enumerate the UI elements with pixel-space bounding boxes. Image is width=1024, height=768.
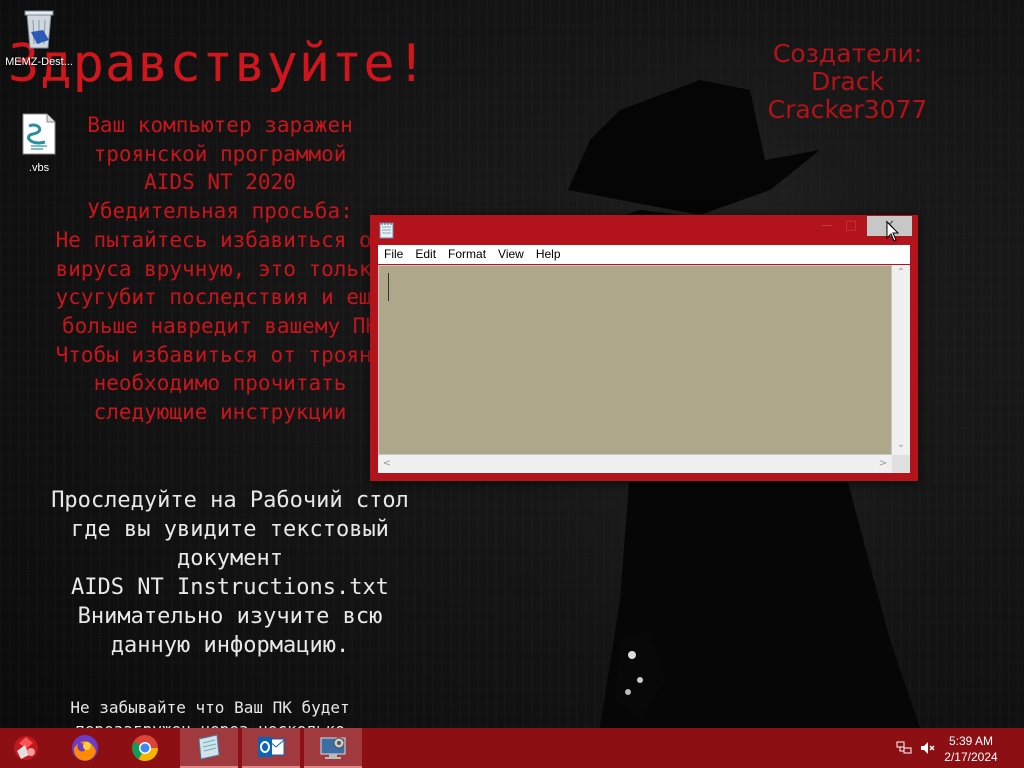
warning-line: AIDS NT 2020 bbox=[144, 170, 296, 195]
recycle-bin-icon bbox=[24, 10, 54, 49]
taskbar: 5:39 AM 2/17/2024 bbox=[0, 728, 1024, 768]
menu-help[interactable]: Help bbox=[530, 245, 567, 261]
warning-block: Ваш компьютер заражен троянской программ… bbox=[40, 111, 400, 427]
creators-line: Создатели: bbox=[772, 39, 923, 68]
desktop-icon-label: MEMZ-Dest... bbox=[5, 56, 73, 68]
network-icon[interactable] bbox=[896, 741, 912, 755]
vertical-scrollbar[interactable]: ⌃ ⌄ bbox=[892, 265, 910, 455]
warning-line: необходимо прочитать bbox=[93, 371, 347, 396]
taskbar-chrome[interactable] bbox=[116, 728, 174, 768]
warning-line: Убедительная просьба: bbox=[87, 199, 353, 224]
creators-block: Создатели: Drack Cracker3077 bbox=[760, 40, 935, 124]
instruction-line: документ bbox=[177, 546, 283, 571]
horizontal-scrollbar[interactable]: < > bbox=[378, 455, 892, 473]
control-panel-icon bbox=[320, 737, 346, 759]
menu-file[interactable]: File bbox=[378, 245, 409, 261]
notepad-titlebar[interactable]: — □ ✕ bbox=[370, 215, 918, 245]
warning-line: троянской программой bbox=[93, 141, 347, 166]
notepad-window[interactable]: — □ ✕ FileEditFormatViewHelp ⌃ ⌄ < > bbox=[370, 215, 918, 481]
firefox-icon bbox=[72, 735, 98, 761]
start-orb-icon bbox=[14, 736, 38, 760]
scroll-right-arrow-icon[interactable]: > bbox=[874, 458, 892, 469]
taskbar-firefox[interactable] bbox=[56, 728, 114, 768]
taskbar-notepad[interactable] bbox=[180, 728, 238, 768]
warning-line: Чтобы избавиться от трояна bbox=[55, 342, 385, 367]
taskbar-outlook[interactable] bbox=[242, 728, 300, 768]
warning-line: вируса вручную, это только bbox=[55, 256, 385, 281]
scroll-down-arrow-icon[interactable]: ⌄ bbox=[892, 439, 910, 450]
instruction-line: Проследуйте на Рабочий стол bbox=[51, 488, 409, 513]
start-button[interactable] bbox=[0, 728, 52, 768]
system-tray: 5:39 AM 2/17/2024 bbox=[884, 728, 1024, 768]
desktop-icon-vbs[interactable]: .vbs bbox=[2, 112, 76, 174]
desktop-icon-label: .vbs bbox=[28, 162, 50, 174]
volume-muted-icon[interactable] bbox=[920, 741, 936, 755]
clock[interactable]: 5:39 AM 2/17/2024 bbox=[936, 733, 1006, 765]
scroll-left-arrow-icon[interactable]: < bbox=[378, 458, 396, 469]
desktop-icon-recycle-bin[interactable]: MEMZ-Dest... bbox=[2, 6, 76, 68]
notepad-icon bbox=[379, 222, 394, 239]
notepad-icon bbox=[198, 734, 220, 760]
scroll-up-arrow-icon[interactable]: ⌃ bbox=[892, 267, 910, 278]
maximize-button[interactable]: □ bbox=[838, 216, 864, 236]
warning-line: следующие инструкции bbox=[93, 400, 347, 425]
instruction-line: Внимательно изучите всю bbox=[77, 604, 383, 629]
warning-line: больше навредит вашему ПК bbox=[61, 313, 379, 338]
warning-line: усугубит последствия и еще bbox=[55, 285, 385, 310]
instruction-line: данную информацию. bbox=[110, 633, 350, 658]
footer-line: Не забывайте что Ваш ПК будет bbox=[70, 698, 350, 717]
script-file-icon bbox=[22, 113, 56, 155]
notepad-menubar: File Edit Format View Help bbox=[378, 245, 910, 264]
notepad-editor[interactable]: ⌃ ⌄ < > bbox=[378, 265, 910, 473]
instruction-line: AIDS NT Instructions.txt bbox=[71, 575, 389, 600]
text-area[interactable] bbox=[378, 265, 892, 455]
menu-edit[interactable]: Edit bbox=[409, 245, 442, 261]
warning-line: Не пытайтесь избавиться от bbox=[55, 227, 385, 252]
resize-grip-icon[interactable] bbox=[892, 455, 910, 473]
clock-date: 2/17/2024 bbox=[944, 750, 998, 764]
menu-format[interactable]: Format bbox=[442, 245, 492, 261]
menu-view[interactable]: View bbox=[492, 245, 530, 261]
clock-time: 5:39 AM bbox=[948, 734, 994, 748]
minimize-button[interactable]: — bbox=[814, 216, 840, 236]
taskbar-control-panel[interactable] bbox=[304, 728, 362, 768]
instructions-block: Проследуйте на Рабочий стол где вы увиди… bbox=[30, 486, 430, 660]
mouse-cursor-icon bbox=[886, 221, 900, 242]
creators-line: Drack bbox=[810, 67, 885, 96]
text-caret bbox=[388, 273, 389, 301]
creators-line: Cracker3077 bbox=[767, 95, 928, 124]
warning-line: Ваш компьютер заражен bbox=[87, 113, 353, 137]
instruction-line: где вы увидите текстовый bbox=[71, 517, 389, 542]
outlook-icon bbox=[258, 737, 285, 757]
chrome-icon bbox=[132, 735, 159, 762]
